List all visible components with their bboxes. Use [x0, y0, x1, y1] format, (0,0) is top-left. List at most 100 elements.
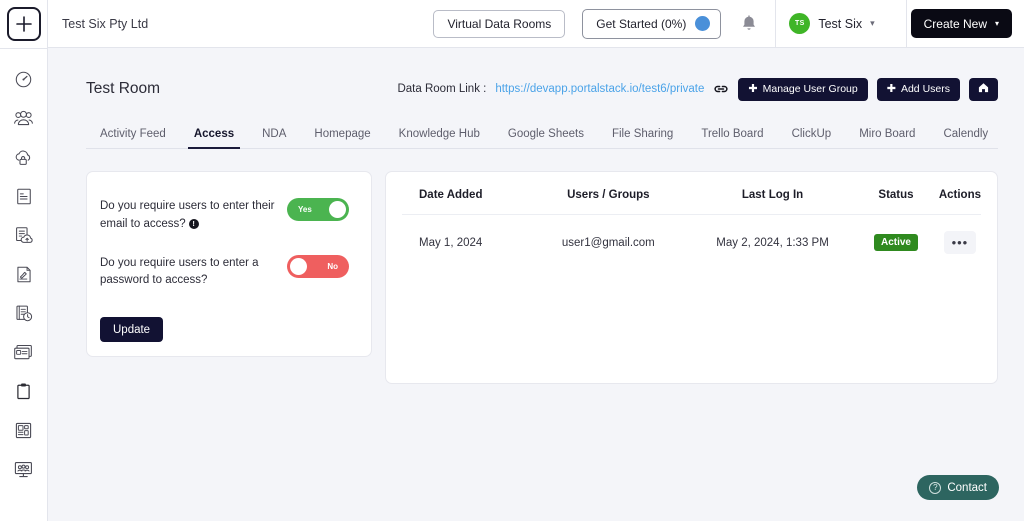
- question-mark-icon: ?: [929, 481, 942, 494]
- tab-file-sharing[interactable]: File Sharing: [598, 128, 687, 148]
- cell-user-email: user1@gmail.com: [561, 236, 655, 249]
- table-header-row: Date Added Users / Groups Last Log In St…: [402, 172, 981, 215]
- page-title: Test Room: [86, 80, 161, 97]
- organization-name: Test Six Pty Ltd: [62, 16, 149, 31]
- column-header-users-groups[interactable]: Users / Groups: [524, 172, 692, 215]
- tab-homepage[interactable]: Homepage: [300, 128, 384, 148]
- sidebar-item-tasks[interactable]: [7, 377, 41, 405]
- sidebar-item-signature[interactable]: [7, 260, 41, 288]
- column-header-actions: Actions: [938, 172, 981, 215]
- sidebar-item-secure-cloud[interactable]: [7, 143, 41, 171]
- plus-icon: ✚: [748, 82, 758, 95]
- tab-google-sheets[interactable]: Google Sheets: [494, 128, 598, 148]
- cloud-lock-icon: [13, 148, 34, 167]
- users-table-card: Date Added Users / Groups Last Log In St…: [385, 171, 998, 384]
- top-bar-actions: Virtual Data Rooms Get Started (0%) TS T…: [433, 0, 1012, 48]
- avatar: TS: [789, 13, 811, 34]
- sidebar-item-layouts[interactable]: [7, 416, 41, 444]
- update-button[interactable]: Update: [100, 317, 164, 343]
- users-table: Date Added Users / Groups Last Log In St…: [402, 172, 981, 254]
- layout-grid-icon: [14, 421, 33, 440]
- cell-status: Active: [853, 215, 939, 255]
- email-setting-row: Do you require users to enter their emai…: [100, 198, 349, 234]
- get-started-label: Get Started (0%): [596, 16, 687, 31]
- email-required-toggle[interactable]: Yes: [287, 198, 349, 221]
- plus-icon: ✚: [886, 82, 896, 95]
- sidebar-item-dashboard[interactable]: [7, 65, 41, 93]
- tab-trello-board[interactable]: Trello Board: [687, 128, 777, 148]
- sidebar-item-history[interactable]: [7, 299, 41, 327]
- cell-date-added: May 1, 2024: [419, 236, 483, 249]
- app-root: Test Six Pty Ltd Virtual Data Rooms Get …: [0, 0, 1024, 521]
- toggle-knob: [290, 257, 307, 275]
- topbar-divider-2: [905, 0, 907, 48]
- tab-calendly[interactable]: Calendly: [929, 128, 1002, 148]
- users-group-icon: [13, 109, 34, 128]
- column-header-last-login[interactable]: Last Log In: [691, 172, 854, 215]
- toggle-knob: [329, 201, 346, 218]
- password-required-toggle[interactable]: No: [287, 254, 349, 278]
- tab-bar: Activity Feed Access NDA Homepage Knowle…: [86, 120, 998, 149]
- tab-activity-feed[interactable]: Activity Feed: [86, 128, 180, 148]
- get-started-button[interactable]: Get Started (0%): [582, 8, 722, 39]
- sidebar-item-users[interactable]: [7, 104, 41, 132]
- monitor-people-icon: [13, 460, 34, 479]
- add-users-label: Add Users: [900, 83, 950, 95]
- tab-miro-board[interactable]: Miro Board: [845, 128, 929, 148]
- get-started-progress-dot: [695, 16, 711, 31]
- chevron-down-icon: ▾: [870, 18, 875, 28]
- sidebar-nav: [7, 49, 41, 483]
- data-room-link-area: Data Room Link : https://devapp.portalst…: [397, 77, 998, 101]
- tab-knowledge-hub[interactable]: Knowledge Hub: [385, 128, 494, 148]
- tab-nda[interactable]: NDA: [248, 128, 300, 148]
- clipboard-icon: [15, 382, 32, 401]
- cell-last-login: May 2, 2024, 1:33 PM: [716, 236, 829, 249]
- table-row: May 1, 2024 user1@gmail.com May 2, 2024,…: [402, 215, 981, 255]
- cell-actions: •••: [939, 215, 981, 254]
- sidebar-item-meetings[interactable]: [7, 455, 41, 483]
- window-card-icon: [13, 343, 34, 361]
- sidebar-item-upload[interactable]: [7, 221, 41, 249]
- page-content: Test Room Data Room Link : https://devap…: [48, 48, 1024, 521]
- create-new-label: Create New: [923, 16, 987, 31]
- status-badge: Active: [873, 234, 918, 251]
- notebook-clock-icon: [14, 304, 34, 323]
- column-header-date-added[interactable]: Date Added: [402, 172, 525, 215]
- home-button[interactable]: [969, 77, 998, 101]
- document-list-icon: [15, 187, 33, 206]
- document-signature-icon: [15, 265, 33, 284]
- info-icon[interactable]: !: [188, 218, 199, 229]
- add-users-button[interactable]: ✚ Add Users: [876, 77, 960, 101]
- user-menu[interactable]: TS Test Six ▾: [776, 0, 887, 47]
- table-header: Date Added Users / Groups Last Log In St…: [402, 172, 981, 215]
- home-icon: [978, 82, 989, 96]
- column-header-status[interactable]: Status: [853, 172, 939, 215]
- virtual-data-rooms-button[interactable]: Virtual Data Rooms: [433, 9, 566, 38]
- access-settings-card: Do you require users to enter their emai…: [86, 171, 372, 357]
- content-row: Do you require users to enter their emai…: [86, 171, 998, 384]
- manage-user-group-button[interactable]: ✚ Manage User Group: [738, 77, 868, 101]
- chain-link-icon[interactable]: [713, 82, 729, 96]
- manage-user-group-label: Manage User Group: [762, 83, 858, 95]
- password-setting-row: Do you require users to enter a password…: [100, 254, 349, 291]
- notification-bell-icon[interactable]: [741, 14, 757, 33]
- chevron-down-icon: ▾: [994, 19, 999, 28]
- create-new-button[interactable]: Create New ▾: [910, 9, 1012, 38]
- sidebar-item-pages[interactable]: [7, 338, 41, 366]
- user-name: Test Six: [818, 16, 863, 31]
- tab-access[interactable]: Access: [180, 128, 248, 149]
- email-toggle-label: Yes: [298, 205, 312, 214]
- password-question-label: Do you require users to enter a password…: [100, 256, 259, 287]
- data-room-link-url[interactable]: https://devapp.portalstack.io/test6/priv…: [495, 83, 704, 95]
- sidebar-item-documents[interactable]: [7, 182, 41, 210]
- app-logo-plus-button[interactable]: [6, 7, 41, 41]
- page-header: Test Room Data Room Link : https://devap…: [86, 76, 998, 102]
- data-room-link-label: Data Room Link :: [397, 83, 487, 95]
- table-body: May 1, 2024 user1@gmail.com May 2, 2024,…: [402, 215, 981, 255]
- main-area: Test Six Pty Ltd Virtual Data Rooms Get …: [48, 0, 1024, 521]
- document-upload-cloud-icon: [14, 226, 34, 245]
- left-sidebar: [0, 0, 48, 521]
- row-actions-button[interactable]: •••: [943, 231, 976, 254]
- contact-button[interactable]: ? Contact: [917, 475, 999, 500]
- tab-clickup[interactable]: ClickUp: [778, 128, 846, 148]
